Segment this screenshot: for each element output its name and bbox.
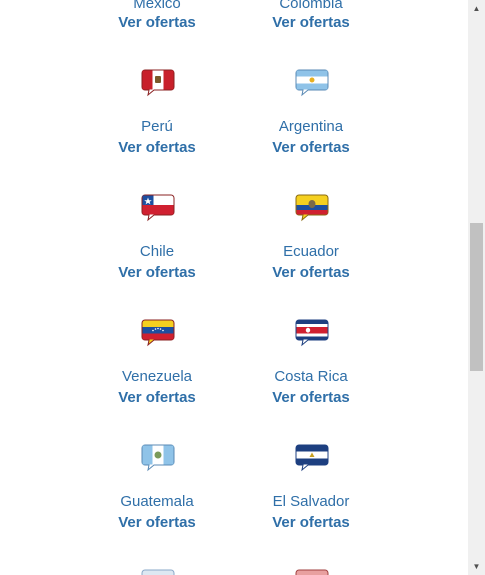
arrow-up-icon[interactable]: ▲ <box>468 0 485 17</box>
see-offers-link[interactable]: Ver ofertas <box>82 264 232 282</box>
see-offers-link[interactable]: Ver ofertas <box>236 514 386 532</box>
vertical-scrollbar[interactable]: ▲ ▼ <box>468 0 485 575</box>
see-offers-link[interactable]: Ver ofertas <box>82 389 232 407</box>
guatemala-flag-icon[interactable] <box>141 442 175 472</box>
country-name[interactable]: Perú <box>82 118 232 136</box>
flag-icon[interactable] <box>141 567 175 575</box>
country-name[interactable]: Costa Rica <box>236 368 386 386</box>
see-offers-link[interactable]: Ver ofertas <box>236 389 386 407</box>
see-offers-link[interactable]: Ver ofertas <box>82 139 232 157</box>
argentina-flag-icon[interactable] <box>295 67 329 97</box>
venezuela-flag-icon[interactable] <box>141 317 175 347</box>
flag-icon[interactable] <box>295 567 329 575</box>
see-offers-link[interactable]: Ver ofertas <box>236 139 386 157</box>
chile-flag-icon[interactable] <box>141 192 175 222</box>
see-offers-link[interactable]: Ver ofertas <box>82 14 232 32</box>
see-offers-link[interactable]: Ver ofertas <box>236 264 386 282</box>
country-name[interactable]: Ecuador <box>236 243 386 261</box>
country-name[interactable]: México <box>82 0 232 13</box>
costa-rica-flag-icon[interactable] <box>295 317 329 347</box>
country-name[interactable]: El Salvador <box>236 493 386 511</box>
country-name[interactable]: Chile <box>82 243 232 261</box>
arrow-down-icon[interactable]: ▼ <box>468 558 485 575</box>
see-offers-link[interactable]: Ver ofertas <box>236 14 386 32</box>
country-offers-grid: México Ver ofertas Colombia Ver ofertas … <box>0 0 468 575</box>
el-salvador-flag-icon[interactable] <box>295 442 329 472</box>
country-name[interactable]: Argentina <box>236 118 386 136</box>
peru-flag-icon[interactable] <box>141 67 175 97</box>
country-name[interactable]: Venezuela <box>82 368 232 386</box>
country-name[interactable]: Guatemala <box>82 493 232 511</box>
see-offers-link[interactable]: Ver ofertas <box>82 514 232 532</box>
scrollbar-thumb[interactable] <box>470 223 483 371</box>
ecuador-flag-icon[interactable] <box>295 192 329 222</box>
country-name[interactable]: Colombia <box>236 0 386 13</box>
